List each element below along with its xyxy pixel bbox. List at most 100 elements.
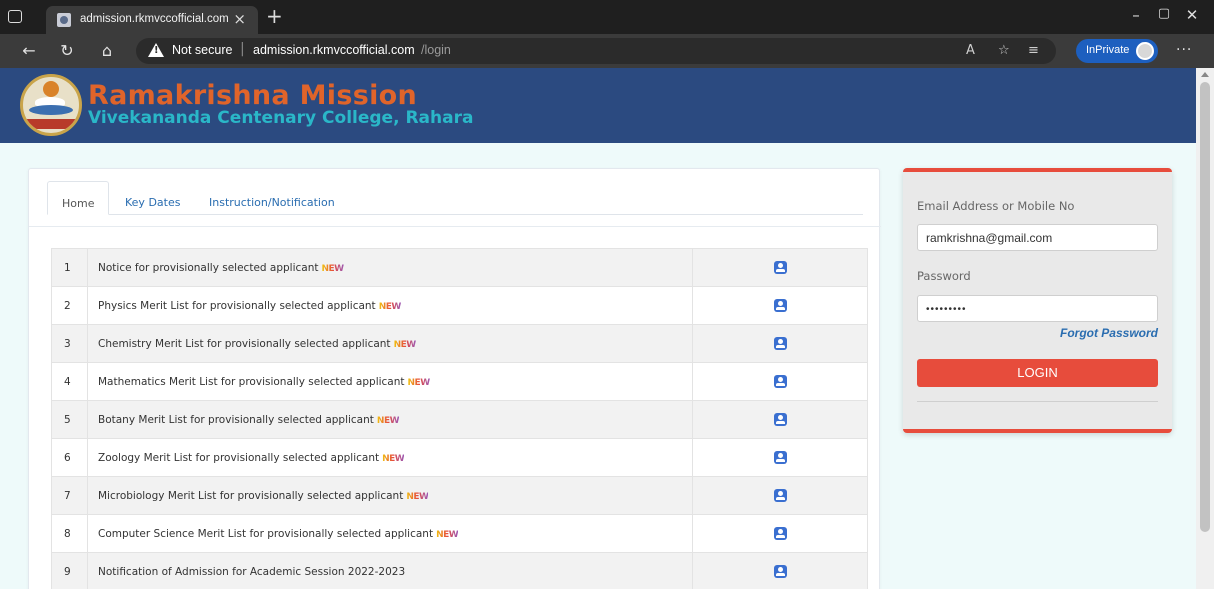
browser-titlebar: admission.rkmvccofficial.com × + – ▢ ✕ [0, 0, 1214, 34]
logo-sun-shape [43, 81, 59, 97]
inprivate-button[interactable]: InPrivate [1076, 39, 1158, 63]
row-number: 6 [51, 438, 88, 477]
site-favicon-icon [57, 13, 71, 27]
notice-title-cell: Chemistry Merit List for provisionally s… [87, 324, 693, 363]
page-scrollbar[interactable] [1196, 68, 1214, 589]
download-icon[interactable] [773, 261, 787, 274]
download-icon[interactable] [773, 451, 787, 464]
collections-icon[interactable]: ≡ [1028, 43, 1039, 58]
password-field[interactable]: ••••••••• [917, 295, 1158, 322]
new-tab-button[interactable]: + [266, 5, 283, 27]
back-icon[interactable]: ← [18, 41, 40, 60]
new-badge: NEW [382, 453, 405, 464]
download-icon[interactable] [773, 337, 787, 350]
browser-tab[interactable]: admission.rkmvccofficial.com × [46, 6, 258, 34]
row-number: 4 [51, 362, 88, 401]
refresh-icon[interactable]: ↻ [56, 41, 78, 60]
url-domain: admission.rkmvccofficial.com [253, 43, 415, 57]
download-cell [692, 248, 868, 287]
tab-divider [29, 226, 881, 227]
new-badge: NEW [393, 339, 417, 350]
url-separator: | [240, 41, 245, 57]
new-badge: NEW [321, 263, 345, 274]
notice-title-cell: Physics Merit List for provisionally sel… [87, 286, 693, 325]
notice-title-cell: Notice for provisionally selected applic… [87, 248, 693, 287]
browser-toolbar: ← ↻ ⌂ Not secure | admission.rkmvccoffic… [0, 34, 1214, 68]
download-cell [692, 324, 868, 363]
row-number: 8 [51, 514, 88, 553]
warning-icon[interactable] [148, 43, 164, 57]
notice-title: Physics Merit List for provisionally sel… [98, 299, 376, 312]
college-logo [20, 74, 82, 136]
table-row: 5 Botany Merit List for provisionally sel… [51, 400, 868, 439]
notice-title: Notification of Admission for Academic S… [98, 565, 406, 578]
forgot-password-link[interactable]: Forgot Password [1060, 326, 1158, 340]
restore-icon[interactable]: ▢ [1154, 6, 1174, 21]
table-row: 9 Notification of Admission for Academic … [51, 552, 868, 589]
notice-title: Microbiology Merit List for provisionall… [98, 489, 404, 502]
inprivate-label: InPrivate [1086, 44, 1130, 56]
login-form: Email Address or Mobile No ramkrishna@gm… [903, 168, 1172, 433]
new-badge: NEW [376, 415, 400, 426]
table-row: 7 Microbiology Merit List for provisional… [51, 476, 868, 515]
logo-wave-shape [29, 105, 73, 115]
tab-bar: Home Key Dates Instruction/Notification [47, 181, 863, 215]
close-window-icon[interactable]: ✕ [1182, 6, 1202, 24]
download-icon[interactable] [773, 375, 787, 388]
more-options-icon[interactable]: ··· [1176, 42, 1192, 58]
notice-title: Notice for provisionally selected applic… [98, 261, 319, 274]
table-row: 3 Chemistry Merit List for provisionally … [51, 324, 868, 363]
download-cell [692, 552, 868, 589]
row-number: 7 [51, 476, 88, 515]
download-icon[interactable] [773, 565, 787, 578]
tab-key-dates[interactable]: Key Dates [111, 181, 194, 215]
row-number: 3 [51, 324, 88, 363]
read-aloud-icon[interactable]: A [966, 43, 975, 58]
new-badge: NEW [378, 301, 402, 312]
url-path: /login [421, 43, 451, 57]
row-number: 5 [51, 400, 88, 439]
site-title: Ramakrishna Mission [88, 80, 418, 111]
logo-band-shape [23, 119, 79, 129]
notices-panel: Home Key Dates Instruction/Notification … [28, 168, 881, 589]
notice-title: Botany Merit List for provisionally sele… [98, 413, 374, 426]
site-subtitle: Vivekananda Centenary College, Rahara [88, 108, 474, 128]
scroll-thumb[interactable] [1200, 82, 1210, 532]
notice-title-cell: Notification of Admission for Academic S… [87, 552, 693, 589]
password-label: Password [917, 269, 971, 283]
row-number: 2 [51, 286, 88, 325]
download-icon[interactable] [773, 527, 787, 540]
notice-title: Mathematics Merit List for provisionally… [98, 375, 405, 388]
table-row: 6 Zoology Merit List for provisionally se… [51, 438, 868, 477]
login-button[interactable]: LOGIN [917, 359, 1158, 387]
minimize-icon[interactable]: – [1126, 6, 1146, 24]
notice-title-cell: Botany Merit List for provisionally sele… [87, 400, 693, 439]
download-icon[interactable] [773, 299, 787, 312]
login-divider [917, 401, 1158, 402]
tab-title: admission.rkmvccofficial.com [80, 13, 229, 25]
table-row: 1 Notice for provisionally selected appli… [51, 248, 868, 287]
scroll-up-icon[interactable] [1201, 72, 1209, 77]
tab-instruction-notification[interactable]: Instruction/Notification [195, 181, 349, 215]
notice-title: Zoology Merit List for provisionally sel… [98, 451, 380, 464]
site-header: Ramakrishna Mission Vivekananda Centenar… [0, 68, 1196, 143]
address-bar[interactable]: Not secure | admission.rkmvccofficial.co… [136, 38, 1056, 64]
email-label: Email Address or Mobile No [917, 199, 1075, 213]
tab-close-icon[interactable]: × [233, 10, 246, 28]
new-badge: NEW [407, 377, 431, 388]
download-cell [692, 362, 868, 401]
window-menu-icon[interactable] [8, 10, 22, 23]
email-field[interactable]: ramkrishna@gmail.com [917, 224, 1158, 251]
favorite-icon[interactable]: ☆ [998, 43, 1010, 58]
home-icon[interactable]: ⌂ [96, 41, 118, 60]
notice-title: Chemistry Merit List for provisionally s… [98, 337, 391, 350]
download-icon[interactable] [773, 489, 787, 502]
table-row: 4 Mathematics Merit List for provisionall… [51, 362, 868, 401]
table-row: 8 Computer Science Merit List for provisi… [51, 514, 868, 553]
table-row: 2 Physics Merit List for provisionally se… [51, 286, 868, 325]
download-cell [692, 514, 868, 553]
tab-home[interactable]: Home [47, 181, 110, 215]
new-badge: NEW [436, 529, 459, 540]
download-icon[interactable] [773, 413, 787, 426]
security-status[interactable]: Not secure [172, 43, 232, 57]
